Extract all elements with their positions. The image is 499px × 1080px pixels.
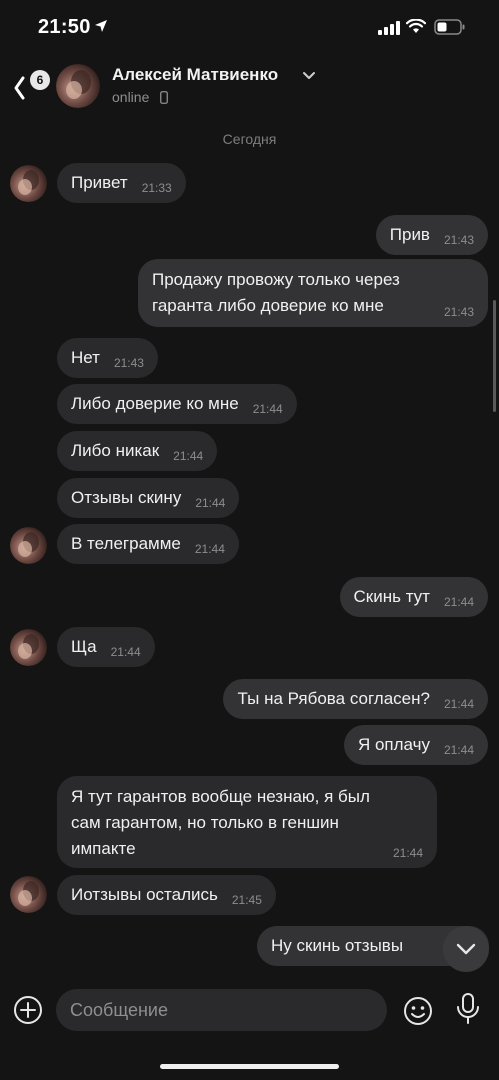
status-time: 21:50 <box>38 16 91 38</box>
message-time: 21:33 <box>141 180 172 195</box>
message-text: Либо никак <box>71 441 160 460</box>
message-time: 21:44 <box>110 644 141 659</box>
message-text: Ты на Рябова согласен? <box>237 689 430 708</box>
message-time: 21:44 <box>443 594 474 609</box>
sender-avatar[interactable] <box>10 876 47 913</box>
message-text: Скинь тут <box>353 587 430 606</box>
microphone-icon[interactable] <box>455 992 481 1028</box>
contact-status: online <box>112 89 150 105</box>
message-text: Ну скинь отзывы <box>271 936 404 955</box>
location-arrow-icon <box>95 20 107 32</box>
message-time: 21:44 <box>392 846 423 860</box>
message-text: Прив <box>389 225 430 244</box>
cellular-signal-icon <box>378 21 400 35</box>
message-time: 21:44 <box>195 495 226 510</box>
message-bubble-outgoing[interactable]: Продажу провожу только через гаранта либ… <box>138 259 488 327</box>
message-text-line: гаранта либо доверие ко мне <box>152 296 384 315</box>
message-bubble-incoming[interactable]: Нет 21:43 <box>57 338 158 378</box>
battery-icon <box>434 19 465 35</box>
scrollbar[interactable] <box>493 300 496 412</box>
message-bubble-incoming[interactable]: Отзывы скину 21:44 <box>57 478 240 518</box>
message-text-line: Я тут гарантов вообще незнаю, я был <box>71 787 370 806</box>
sender-avatar[interactable] <box>10 629 47 666</box>
message-text-line: сам гарантом, но только в геншин <box>71 813 339 832</box>
message-time: 21:43 <box>443 232 474 247</box>
message-bubble-incoming[interactable]: Привет 21:33 <box>57 163 186 203</box>
message-time: 21:44 <box>443 742 474 757</box>
message-time: 21:43 <box>443 305 474 319</box>
unread-badge: 6 <box>30 70 50 90</box>
message-bubble-incoming[interactable]: Либо никак 21:44 <box>57 431 218 471</box>
phone-icon <box>160 91 168 104</box>
home-indicator <box>160 1064 339 1069</box>
message-input[interactable]: Сообщение <box>56 989 387 1031</box>
scroll-down-button[interactable] <box>443 926 489 972</box>
plus-icon[interactable] <box>12 994 44 1026</box>
message-text: Я оплачу <box>357 735 430 754</box>
message-text: Иотзывы остались <box>71 885 218 904</box>
message-bubble-incoming[interactable]: В телеграмме 21:44 <box>57 524 239 564</box>
message-bubble-outgoing[interactable]: Скинь тут 21:44 <box>339 577 488 617</box>
sender-avatar[interactable] <box>10 165 47 202</box>
message-bubble-incoming[interactable]: Ща 21:44 <box>57 627 155 667</box>
message-text: Нет <box>71 348 100 367</box>
message-text-line: импакте <box>71 839 136 858</box>
message-bubble-outgoing[interactable]: Прив 21:43 <box>375 215 488 255</box>
message-text: Ща <box>71 637 97 656</box>
sender-avatar[interactable] <box>10 527 47 564</box>
emoji-icon[interactable] <box>402 995 434 1027</box>
message-time: 21:44 <box>173 448 204 463</box>
chevron-down-icon <box>456 943 476 955</box>
message-text: Отзывы скину <box>71 488 182 507</box>
message-bubble-incoming[interactable]: Я тут гарантов вообще незнаю, я был сам … <box>57 776 437 868</box>
back-button[interactable]: 6 <box>8 62 50 106</box>
message-bubble-incoming[interactable]: Либо доверие ко мне 21:44 <box>57 384 297 424</box>
message-text: В телеграмме <box>71 534 181 553</box>
message-bubble-outgoing[interactable]: Я оплачу 21:44 <box>343 725 488 765</box>
date-separator: Сегодня <box>222 131 277 147</box>
contact-name[interactable]: Алексей Матвиенко <box>112 65 278 85</box>
message-text-line: Продажу провожу только через <box>152 270 400 289</box>
status-bar: 21:50 <box>0 0 499 56</box>
message-text: Либо доверие ко мне <box>71 394 239 413</box>
message-time: 21:44 <box>443 696 474 711</box>
message-text: Привет <box>71 173 128 192</box>
message-time: 21:43 <box>113 355 144 370</box>
message-time: 21:45 <box>231 892 262 907</box>
message-time: 21:44 <box>252 401 283 416</box>
contact-avatar[interactable] <box>56 64 100 108</box>
message-bubble-outgoing[interactable]: Ты на Рябова согласен? 21:44 <box>223 679 488 719</box>
wifi-icon <box>406 19 426 33</box>
chat-header: 6 Алексей Матвиенко online <box>0 56 499 116</box>
chevron-down-icon[interactable] <box>302 71 316 81</box>
message-bubble-incoming[interactable]: Иотзывы остались 21:45 <box>57 875 276 915</box>
message-time: 21:44 <box>194 541 225 556</box>
